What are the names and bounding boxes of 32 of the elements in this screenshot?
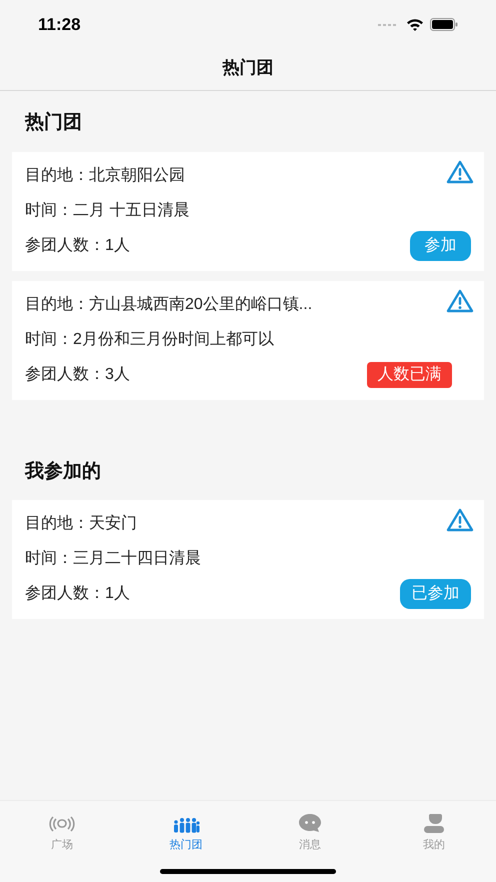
join-button[interactable]: 参加 (410, 230, 471, 260)
wifi-icon (406, 18, 424, 31)
tab-item[interactable]: 广场 (49, 811, 75, 854)
tab-item[interactable]: 消息 (298, 811, 322, 854)
time-text: 时间：三月二十四日清晨 (25, 548, 201, 569)
time-text: 时间：2月份和三月份时间上都可以 (25, 330, 274, 350)
chat-bubble-icon (298, 813, 322, 833)
destination-text: 目的地：天安门 (25, 514, 137, 534)
members-text: 参团人数：1人 (25, 236, 130, 256)
members-text: 参团人数：1人 (25, 584, 130, 604)
page-title: 热门团 (222, 56, 274, 79)
warning-icon[interactable] (446, 160, 474, 184)
status-time: 11:28 (38, 14, 81, 36)
battery-icon (430, 18, 458, 31)
full-status-label: 人数已满 (367, 362, 452, 388)
warning-icon[interactable] (446, 288, 474, 312)
warning-icon[interactable] (446, 508, 474, 532)
person-icon (423, 813, 445, 833)
time-text: 时间：二月 十五日清晨 (25, 200, 190, 220)
broadcast-icon (49, 815, 75, 833)
destination-text: 目的地：方山县城西南20公里的峪口镇... (25, 294, 312, 314)
section-heading: 我参加的 (25, 460, 101, 482)
members-text: 参团人数：3人 (25, 364, 130, 384)
group-card[interactable]: 目的地：天安门 时间：三月二十四日清晨 参团人数：1人 已参加 (12, 500, 484, 619)
group-card[interactable]: 目的地：方山县城西南20公里的峪口镇... 时间：2月份和三月份时间上都可以 参团人数：3人 人数已满 (12, 280, 484, 400)
joined-button[interactable]: 已参加 (400, 579, 471, 609)
tab-item[interactable]: 热门团 (170, 811, 202, 854)
section-heading: 热门团 (25, 112, 82, 133)
tab-item[interactable]: 我的 (423, 811, 445, 854)
group-card[interactable]: 目的地：北京朝阳公园 时间：二月 十五日清晨 参团人数：1人 参加 (12, 152, 484, 270)
people-group-icon (172, 817, 200, 833)
destination-text: 目的地：北京朝阳公园 (25, 166, 185, 186)
